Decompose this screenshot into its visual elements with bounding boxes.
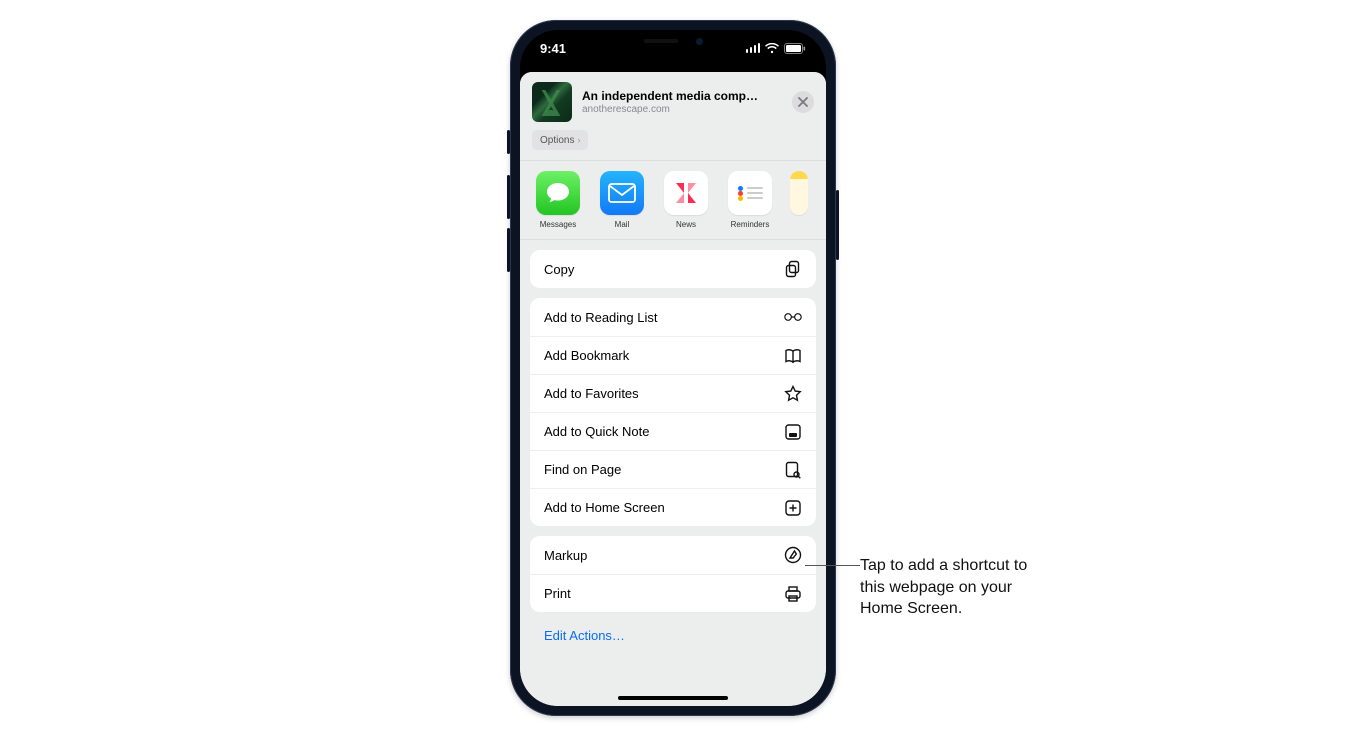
share-sheet: An independent media comp… anotherescape… (520, 72, 826, 706)
action-home-screen[interactable]: Add to Home Screen (530, 488, 816, 526)
app-label: News (676, 220, 696, 229)
options-button[interactable]: Options › (532, 130, 588, 150)
phone-frame: 9:41 An independent media comp… anothere… (510, 20, 836, 716)
book-icon (784, 347, 802, 365)
side-button-vol-down (507, 228, 510, 272)
status-time: 9:41 (540, 41, 566, 56)
news-icon (664, 171, 708, 215)
reminders-icon (728, 171, 772, 215)
action-find[interactable]: Find on Page (530, 450, 816, 488)
action-favorites[interactable]: Add to Favorites (530, 374, 816, 412)
glasses-icon (784, 308, 802, 326)
side-button-vol-up (507, 175, 510, 219)
app-label: Mail (615, 220, 630, 229)
action-label: Add Bookmark (544, 348, 629, 363)
action-label: Copy (544, 262, 574, 277)
action-bookmark[interactable]: Add Bookmark (530, 336, 816, 374)
callout-text: Tap to add a shortcut to this webpage on… (860, 555, 1050, 620)
share-domain: anotherescape.com (582, 104, 792, 115)
action-label: Add to Reading List (544, 310, 657, 325)
home-indicator[interactable] (618, 696, 728, 700)
action-label: Print (544, 586, 571, 601)
notch (613, 30, 733, 52)
callout-line (805, 565, 860, 566)
messages-icon (536, 171, 580, 215)
page-thumbnail (532, 82, 572, 122)
chevron-right-icon: › (577, 135, 580, 145)
action-copy[interactable]: Copy (530, 250, 816, 288)
action-reading-list[interactable]: Add to Reading List (530, 298, 816, 336)
options-label: Options (540, 135, 574, 146)
action-label: Add to Home Screen (544, 500, 665, 515)
action-label: Find on Page (544, 462, 621, 477)
add-home-icon (784, 499, 802, 517)
wifi-icon (765, 43, 779, 54)
notes-icon (790, 171, 808, 215)
side-button-right (836, 190, 839, 260)
markup-icon (784, 546, 802, 564)
cellular-icon (746, 43, 761, 53)
share-app-notes-partial[interactable] (790, 171, 808, 229)
share-title: An independent media comp… (582, 89, 792, 103)
close-icon (798, 97, 808, 107)
action-quick-note[interactable]: Add to Quick Note (530, 412, 816, 450)
action-label: Add to Quick Note (544, 424, 650, 439)
action-markup[interactable]: Markup (530, 536, 816, 574)
action-label: Add to Favorites (544, 386, 639, 401)
edit-actions-link[interactable]: Edit Actions… (530, 622, 816, 657)
app-label: Messages (540, 220, 576, 229)
side-button-mute (507, 130, 510, 154)
quick-note-icon (784, 423, 802, 441)
mail-icon (600, 171, 644, 215)
copy-icon (784, 260, 802, 278)
action-list: Copy Add to Reading List (520, 240, 826, 706)
action-print[interactable]: Print (530, 574, 816, 612)
share-app-messages[interactable]: Messages (534, 171, 582, 229)
share-app-mail[interactable]: Mail (598, 171, 646, 229)
share-app-news[interactable]: News (662, 171, 710, 229)
print-icon (784, 585, 802, 603)
app-label: Reminders (731, 220, 770, 229)
share-app-reminders[interactable]: Reminders (726, 171, 774, 229)
find-on-page-icon (784, 461, 802, 479)
battery-icon (784, 43, 806, 54)
star-icon (784, 385, 802, 403)
close-button[interactable] (792, 91, 814, 113)
share-app-row[interactable]: Messages Mail News (520, 160, 826, 240)
action-label: Markup (544, 548, 587, 563)
